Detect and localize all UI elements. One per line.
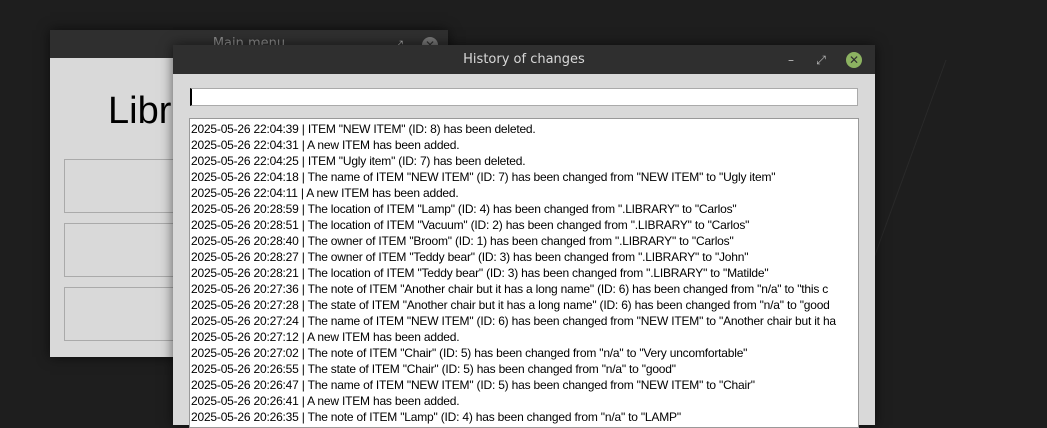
list-item[interactable]: 2025-05-26 22:04:25 | ITEM "Ugly item" (… [190,153,858,169]
maximize-button[interactable]: ⤢ [813,52,829,68]
list-item[interactable]: 2025-05-26 20:28:40 | The owner of ITEM … [190,233,858,249]
list-item[interactable]: 2025-05-26 22:04:39 | ITEM "NEW ITEM" (I… [190,121,858,137]
list-item[interactable]: 2025-05-26 20:28:51 | The location of IT… [190,217,858,233]
list-item[interactable]: 2025-05-26 20:26:47 | The name of ITEM "… [190,377,858,393]
close-button[interactable]: ✕ [846,52,862,68]
app-heading: Libr [108,90,172,132]
list-item[interactable]: 2025-05-26 22:04:11 | A new ITEM has bee… [190,185,858,201]
history-list[interactable]: 2025-05-26 22:04:39 | ITEM "NEW ITEM" (I… [189,118,859,428]
list-item[interactable]: 2025-05-26 20:27:28 | The state of ITEM … [190,297,858,313]
list-item[interactable]: 2025-05-26 20:28:59 | The location of IT… [190,201,858,217]
list-item[interactable]: 2025-05-26 20:27:36 | The note of ITEM "… [190,281,858,297]
list-item[interactable]: 2025-05-26 20:26:55 | The state of ITEM … [190,361,858,377]
window-title: History of changes [463,52,585,67]
list-item[interactable]: 2025-05-26 20:26:35 | The note of ITEM "… [190,409,858,425]
history-titlebar[interactable]: History of changes – ⤢ ✕ [173,45,875,74]
list-item[interactable]: 2025-05-26 20:27:02 | The note of ITEM "… [190,345,858,361]
minimize-button[interactable]: – [783,52,799,68]
history-window[interactable]: History of changes – ⤢ ✕ 2025-05-26 22:0… [173,45,875,428]
list-item[interactable]: 2025-05-26 22:04:18 | The name of ITEM "… [190,169,858,185]
list-item[interactable]: 2025-05-26 20:27:12 | A new ITEM has bee… [190,329,858,345]
list-item[interactable]: 2025-05-26 20:28:21 | The location of IT… [190,265,858,281]
list-item[interactable]: 2025-05-26 20:26:41 | A new ITEM has bee… [190,393,858,409]
search-input[interactable] [190,88,858,106]
list-item[interactable]: 2025-05-26 20:27:24 | The name of ITEM "… [190,313,858,329]
list-item[interactable]: 2025-05-26 20:28:27 | The owner of ITEM … [190,249,858,265]
list-item[interactable]: 2025-05-26 22:04:31 | A new ITEM has bee… [190,137,858,153]
